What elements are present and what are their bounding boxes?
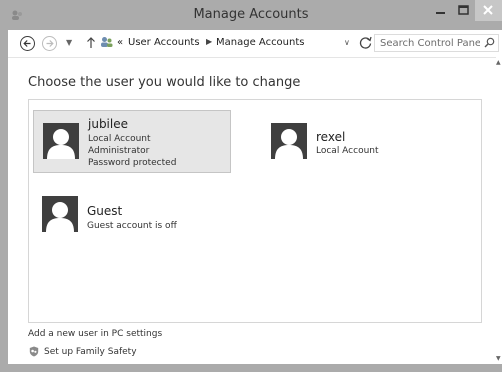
scroll-down-icon[interactable]: ▼ xyxy=(496,355,501,362)
add-user-link[interactable]: Add a new user in PC settings xyxy=(28,329,162,339)
search-box[interactable] xyxy=(374,34,499,52)
address-bar: ▼ « User Accounts ▶ Manage Accounts ∨ xyxy=(8,30,502,58)
account-type: Local Account xyxy=(316,146,379,156)
family-safety-link[interactable]: Set up Family Safety xyxy=(44,347,137,357)
account-type: Local Account xyxy=(88,134,151,144)
maximize-icon xyxy=(458,5,469,15)
breadcrumb-user-accounts[interactable]: User Accounts xyxy=(128,37,200,48)
forward-button[interactable] xyxy=(42,36,57,51)
back-button[interactable] xyxy=(20,36,35,51)
forward-arrow-icon xyxy=(46,40,54,47)
account-tile-jubilee[interactable]: jubilee Local Account Administrator Pass… xyxy=(33,110,231,173)
window: Manage Accounts ▼ « User Accounts ▶ Mana… xyxy=(0,0,502,372)
up-arrow-icon[interactable] xyxy=(86,36,96,50)
scrollbar[interactable]: ▲ ▼ xyxy=(496,57,502,364)
account-name: rexel xyxy=(316,130,346,144)
search-input[interactable] xyxy=(380,36,480,50)
maximize-button[interactable] xyxy=(453,2,475,22)
accounts-panel: jubilee Local Account Administrator Pass… xyxy=(28,99,482,323)
content-area: ▼ « User Accounts ▶ Manage Accounts ∨ Se… xyxy=(8,30,502,364)
account-password-status: Password protected xyxy=(88,158,177,168)
scroll-up-icon[interactable]: ▲ xyxy=(496,59,501,66)
account-tile-guest[interactable]: Guest Guest account is off xyxy=(33,184,231,244)
address-dropdown[interactable]: ∨ xyxy=(344,38,350,47)
minimize-icon xyxy=(436,12,445,14)
user-avatar-icon xyxy=(271,123,307,159)
user-accounts-icon xyxy=(101,37,113,47)
account-status: Guest account is off xyxy=(87,221,177,231)
page-heading: Choose the user you would like to change xyxy=(28,75,301,90)
breadcrumb-manage-accounts[interactable]: Manage Accounts xyxy=(216,37,305,48)
back-arrow-icon xyxy=(23,40,31,47)
account-tile-rexel[interactable]: rexel Local Account xyxy=(265,110,445,173)
account-name: jubilee xyxy=(88,117,128,131)
close-button[interactable] xyxy=(475,0,502,21)
user-avatar-icon xyxy=(43,123,79,159)
breadcrumb-separator-icon[interactable]: ▶ xyxy=(206,37,212,46)
title-bar[interactable]: Manage Accounts xyxy=(0,0,502,30)
search-icon[interactable] xyxy=(484,37,495,48)
account-role: Administrator xyxy=(88,146,150,156)
refresh-icon[interactable] xyxy=(357,34,375,52)
shield-icon xyxy=(29,346,39,357)
account-name: Guest xyxy=(87,204,123,218)
minimize-button[interactable] xyxy=(427,2,453,22)
address-overflow[interactable]: « xyxy=(117,37,123,48)
window-bottom-border xyxy=(0,364,502,372)
recent-locations-dropdown[interactable]: ▼ xyxy=(66,38,72,47)
address-box[interactable]: « User Accounts ▶ Manage Accounts xyxy=(100,34,354,53)
user-avatar-icon xyxy=(42,196,78,232)
close-icon xyxy=(483,5,493,15)
